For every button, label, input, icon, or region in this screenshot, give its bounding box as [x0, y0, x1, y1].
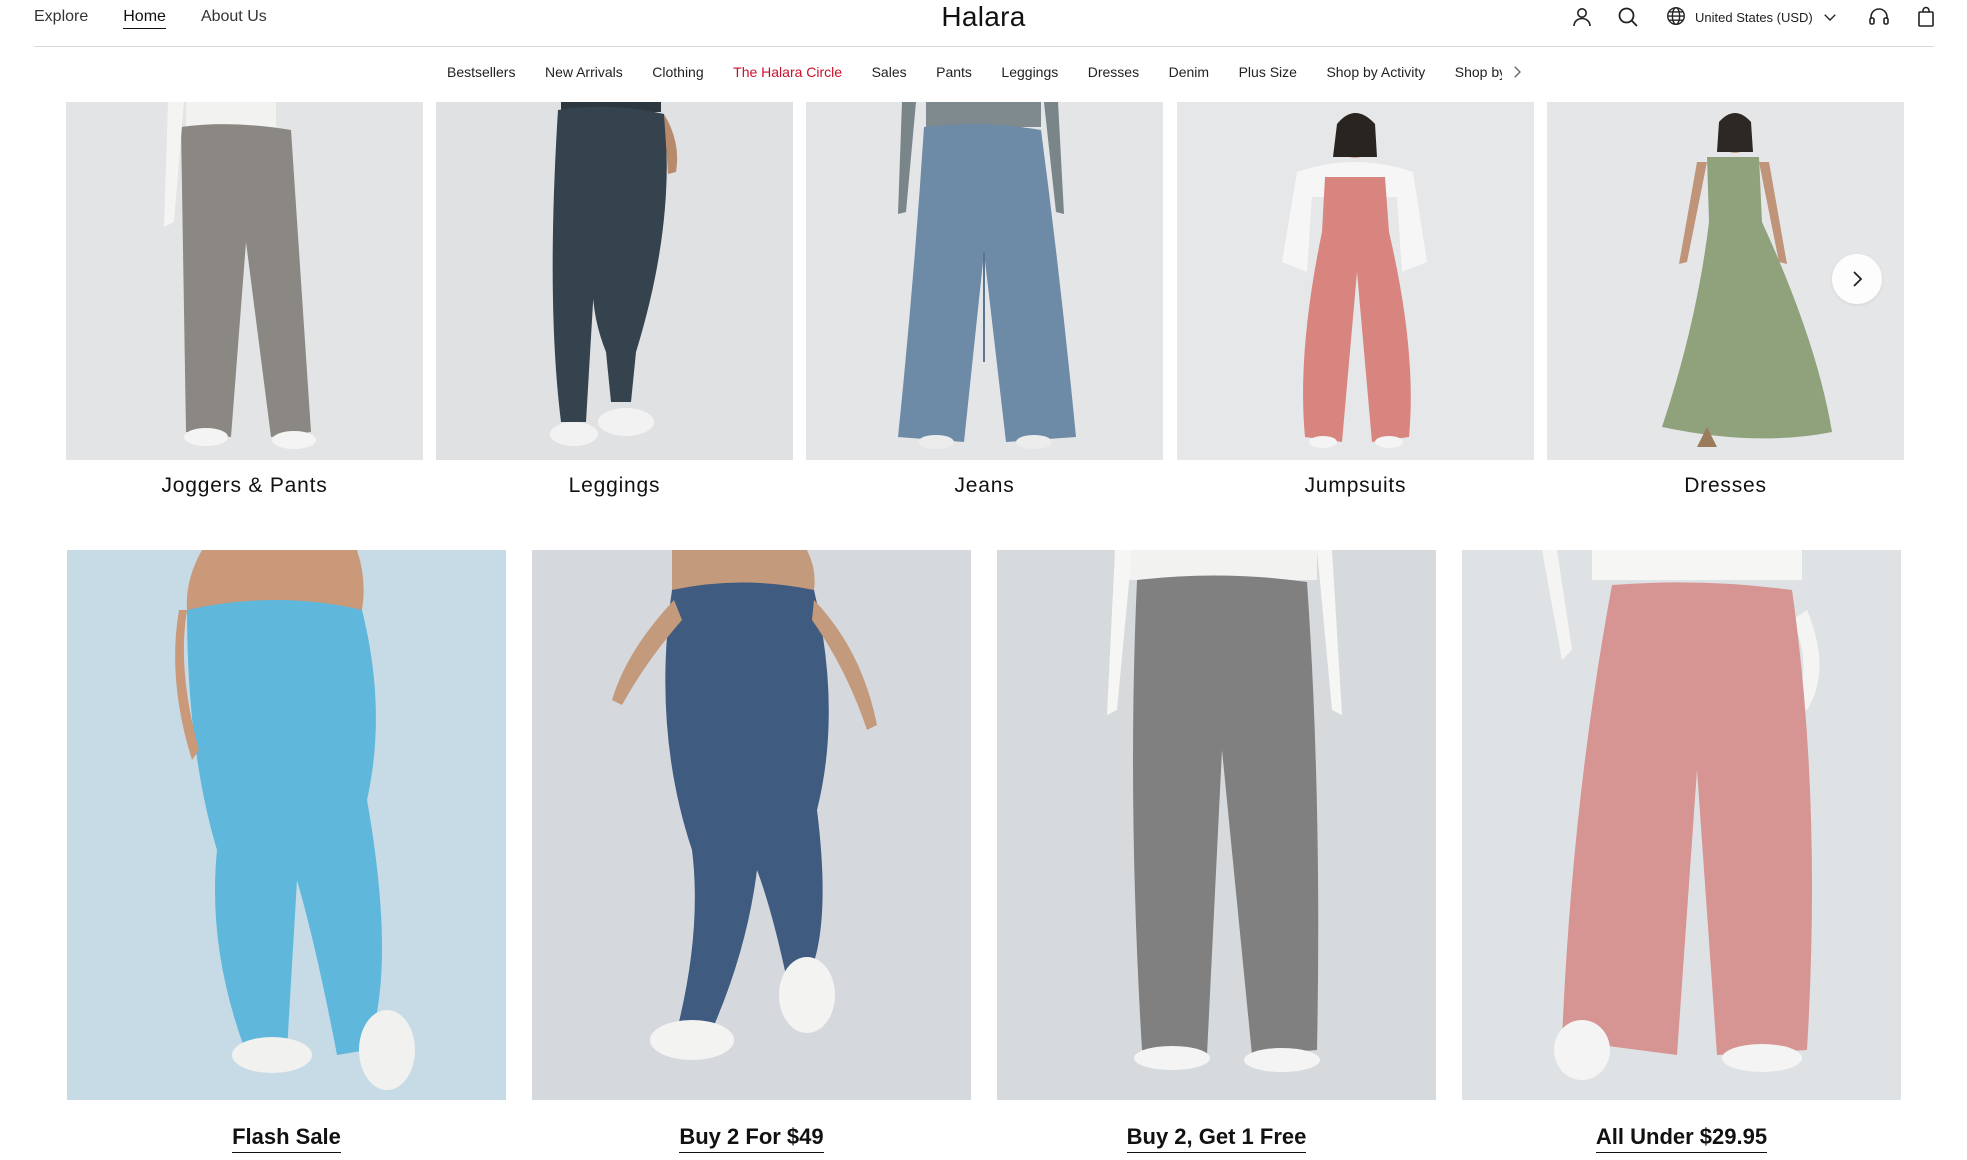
brand-logo-text[interactable]: Halara [941, 1, 1025, 32]
promo-label-buy-2-for-49[interactable]: Buy 2 For $49 [532, 1124, 971, 1153]
region-selector[interactable]: United States (USD) [1665, 5, 1839, 29]
menu-item-plus-size[interactable]: Plus Size [1239, 63, 1297, 81]
category-card-joggers[interactable] [66, 102, 423, 460]
category-card-jumpsuits[interactable] [1177, 102, 1534, 460]
menu-item-shop-by[interactable]: Shop by [1455, 63, 1502, 81]
category-label-joggers[interactable]: Joggers & Pants [66, 474, 423, 498]
nav-link-home[interactable]: Home [123, 8, 166, 29]
menu-item-bestsellers[interactable]: Bestsellers [447, 63, 515, 81]
category-label-jumpsuits[interactable]: Jumpsuits [1177, 474, 1534, 498]
nav-link-about-us[interactable]: About Us [201, 8, 267, 29]
product-image [997, 550, 1436, 1100]
category-card-jeans[interactable] [806, 102, 1163, 460]
menu-item-leggings[interactable]: Leggings [1001, 63, 1058, 81]
product-image [1177, 102, 1534, 460]
search-icon[interactable] [1616, 5, 1640, 29]
headset-icon[interactable] [1867, 5, 1891, 29]
person-icon[interactable] [1570, 5, 1594, 29]
product-image [436, 102, 793, 460]
product-image [806, 102, 1163, 460]
product-image [1462, 550, 1901, 1100]
nav-link-explore[interactable]: Explore [34, 8, 88, 29]
promo-label-flash-sale[interactable]: Flash Sale [67, 1124, 506, 1153]
menu-item-dresses[interactable]: Dresses [1088, 63, 1139, 81]
menu-item-halara-circle[interactable]: The Halara Circle [733, 63, 842, 81]
menu-item-shop-by-activity[interactable]: Shop by Activity [1326, 63, 1425, 81]
menu-item-denim[interactable]: Denim [1169, 63, 1209, 81]
carousel-next-button[interactable] [1832, 254, 1882, 304]
top-bar: Explore Home About Us Halara United Stat… [0, 0, 1967, 46]
chevron-right-icon [1845, 267, 1869, 291]
category-label-leggings[interactable]: Leggings [436, 474, 793, 498]
shopping-bag-icon[interactable] [1914, 5, 1938, 29]
promo-card-all-under-2995[interactable] [1462, 550, 1901, 1100]
category-menu: Bestsellers New Arrivals Clothing The Ha… [447, 58, 1502, 84]
top-nav: Explore Home About Us [34, 8, 267, 29]
promo-label-buy-2-get-1-free[interactable]: Buy 2, Get 1 Free [997, 1124, 1436, 1153]
header-divider [34, 46, 1934, 47]
menu-item-clothing[interactable]: Clothing [652, 63, 703, 81]
product-image [67, 550, 506, 1100]
product-image [532, 550, 971, 1100]
promo-label-all-under-2995[interactable]: All Under $29.95 [1462, 1124, 1901, 1153]
promo-card-flash-sale[interactable] [67, 550, 506, 1100]
menu-item-new-arrivals[interactable]: New Arrivals [545, 63, 623, 81]
menu-item-sales[interactable]: Sales [872, 63, 907, 81]
promo-card-buy-2-for-49[interactable] [532, 550, 971, 1100]
category-card-leggings[interactable] [436, 102, 793, 460]
region-label: United States (USD) [1695, 9, 1813, 25]
category-label-jeans[interactable]: Jeans [806, 474, 1163, 498]
menu-item-pants[interactable]: Pants [936, 63, 972, 81]
chevron-down-icon [1821, 8, 1839, 26]
category-label-dresses[interactable]: Dresses [1547, 474, 1904, 498]
product-image [66, 102, 423, 460]
promo-card-buy-2-get-1-free[interactable] [997, 550, 1436, 1100]
chevron-right-icon[interactable] [1508, 63, 1526, 81]
globe-icon [1665, 5, 1687, 30]
